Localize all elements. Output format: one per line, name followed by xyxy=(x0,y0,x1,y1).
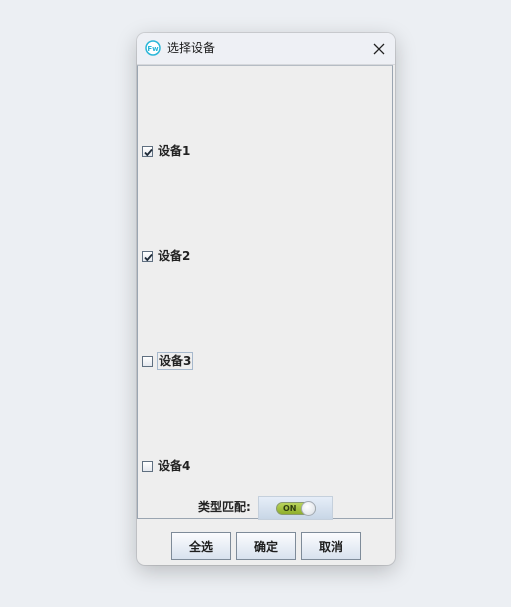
checkmark-icon xyxy=(144,253,153,261)
device-2-label: 设备2 xyxy=(158,249,191,263)
confirm-button[interactable]: 确定 xyxy=(236,532,296,560)
window-title: 选择设备 xyxy=(167,41,216,55)
type-match-toggle[interactable]: ON xyxy=(258,496,333,520)
device-4-checkbox[interactable] xyxy=(142,460,153,472)
title-bar: Fw 选择设备 xyxy=(137,33,395,65)
device-2-checkbox[interactable] xyxy=(142,250,153,262)
toggle-on-text: ON xyxy=(283,504,297,513)
device-3-checkbox[interactable] xyxy=(142,355,153,367)
app-logo-icon: Fw xyxy=(145,40,161,56)
type-match-label: 类型匹配: xyxy=(198,500,251,514)
select-all-button[interactable]: 全选 xyxy=(171,532,231,560)
device-row-3[interactable]: 设备3 xyxy=(142,352,194,370)
device-1-checkbox[interactable] xyxy=(142,145,153,157)
close-icon xyxy=(373,43,385,55)
checkmark-icon xyxy=(144,148,153,156)
device-4-label: 设备4 xyxy=(158,459,191,473)
app-logo-text: Fw xyxy=(147,45,159,53)
toggle-knob xyxy=(301,501,316,516)
device-row-2[interactable]: 设备2 xyxy=(142,247,191,265)
device-1-label: 设备1 xyxy=(158,144,191,158)
device-row-1[interactable]: 设备1 xyxy=(142,142,191,160)
close-button[interactable] xyxy=(369,39,389,59)
select-device-dialog: Fw 选择设备 设备1 设备2 设备3 设备4 类型匹配: ON 全选 确定 取… xyxy=(137,33,395,565)
device-3-label: 设备3 xyxy=(157,352,194,370)
device-row-4[interactable]: 设备4 xyxy=(142,457,191,475)
toggle-track: ON xyxy=(276,501,316,516)
cancel-button[interactable]: 取消 xyxy=(301,532,361,560)
device-list-panel: 设备1 设备2 设备3 设备4 xyxy=(137,65,393,519)
